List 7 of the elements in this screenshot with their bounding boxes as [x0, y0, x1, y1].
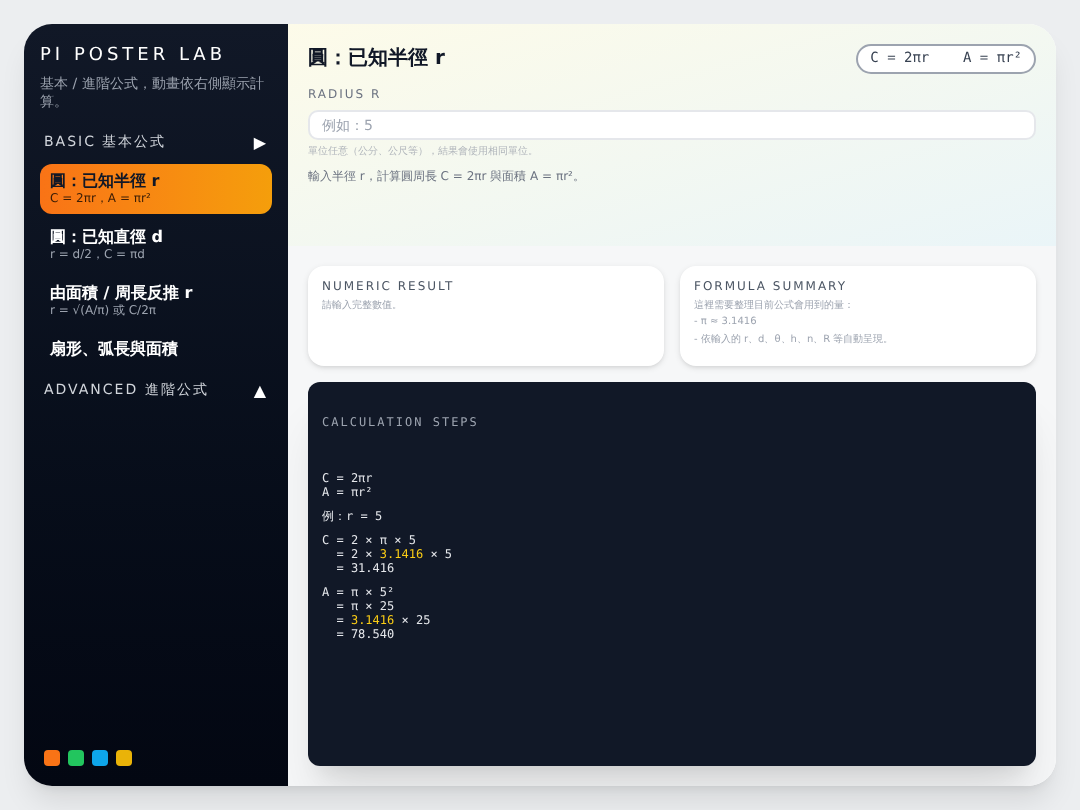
- formula-item[interactable]: 扇形、弧長與面積: [40, 331, 272, 365]
- color-swatch[interactable]: [44, 750, 60, 766]
- color-swatch[interactable]: [68, 750, 84, 766]
- color-swatch[interactable]: [116, 750, 132, 766]
- formula-title: 圓：已知半徑 r: [308, 45, 445, 74]
- app-title: PI POSTER LAB: [40, 44, 229, 70]
- color-swatch[interactable]: [92, 750, 108, 766]
